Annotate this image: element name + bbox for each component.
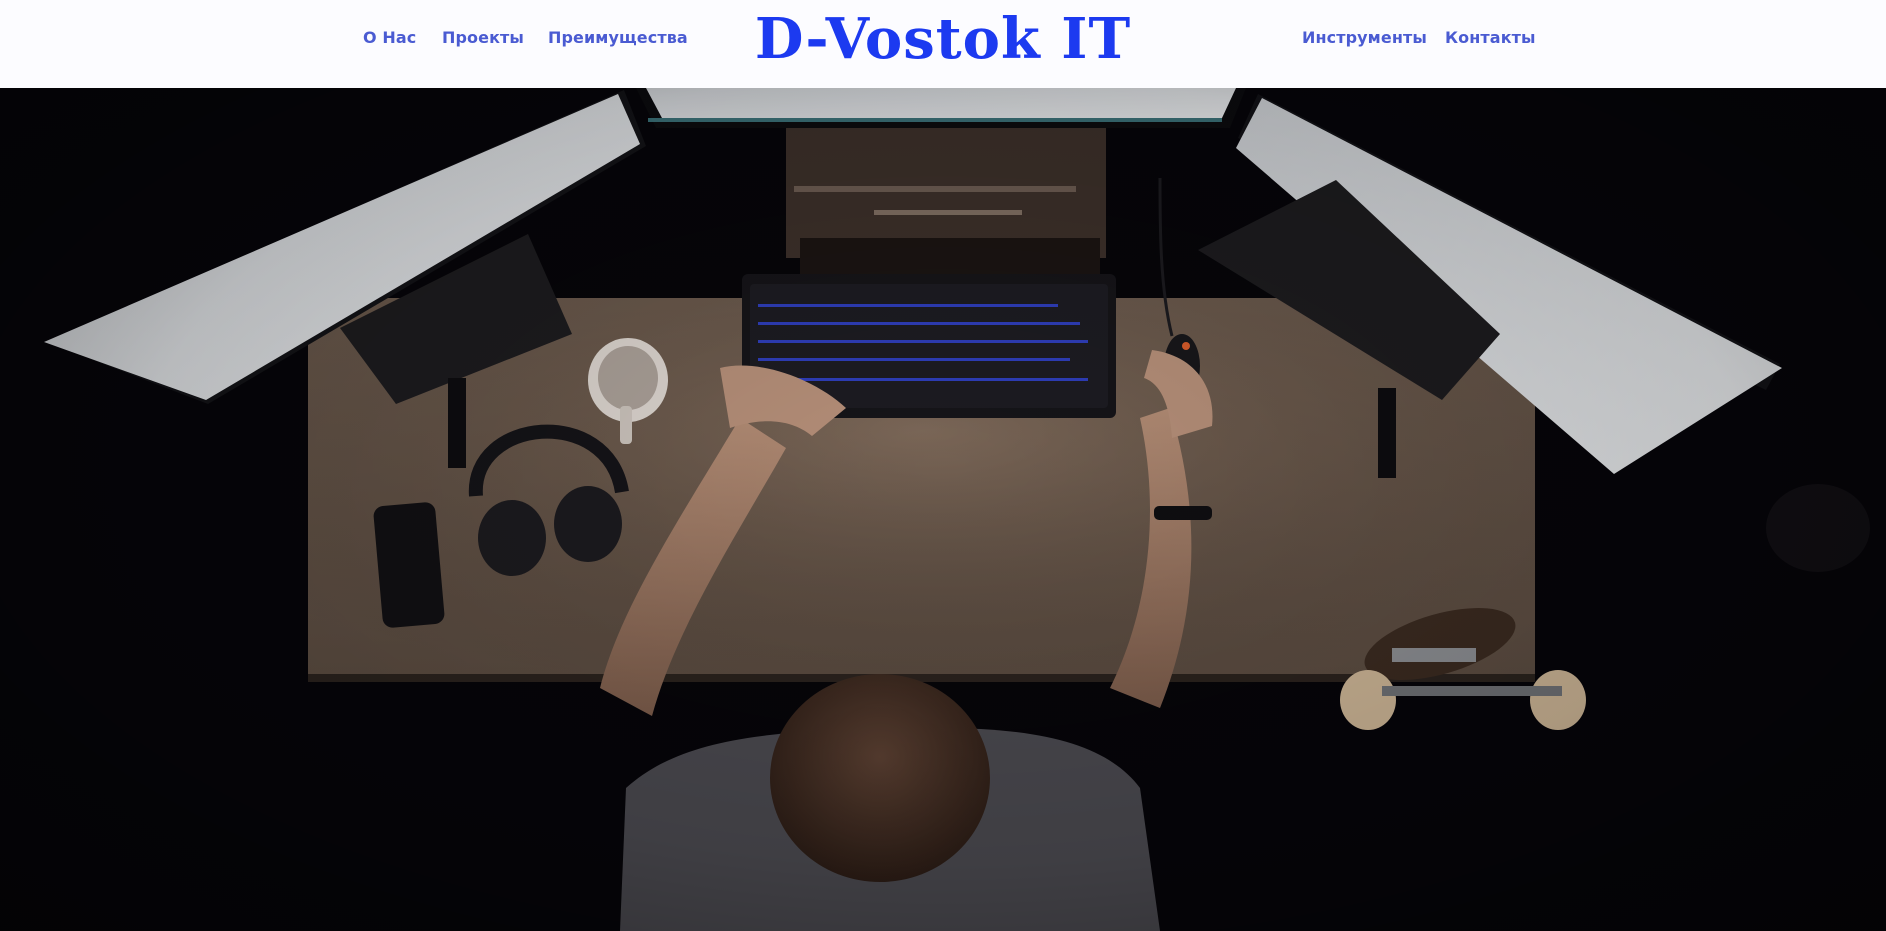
desk-right-item xyxy=(1766,484,1870,572)
phone-icon xyxy=(373,502,445,628)
nav-contacts[interactable]: Контакты xyxy=(1445,28,1536,47)
logo-wrapper: D-Vostok IT xyxy=(0,4,1886,74)
nav-projects[interactable]: Проекты xyxy=(442,28,524,47)
monitor-icon xyxy=(636,88,1246,128)
site-header: О Нас Проекты Преимущества D-Vostok IT И… xyxy=(0,0,1886,88)
nav-tools[interactable]: Инструменты xyxy=(1302,28,1427,47)
nav-about[interactable]: О Нас xyxy=(363,28,416,47)
hero-section xyxy=(0,88,1886,931)
nav-advantages[interactable]: Преимущества xyxy=(548,28,688,47)
monitor-stand-center xyxy=(786,128,1106,278)
workspace-photo xyxy=(0,88,1886,931)
site-logo[interactable]: D-Vostok IT xyxy=(755,6,1131,72)
